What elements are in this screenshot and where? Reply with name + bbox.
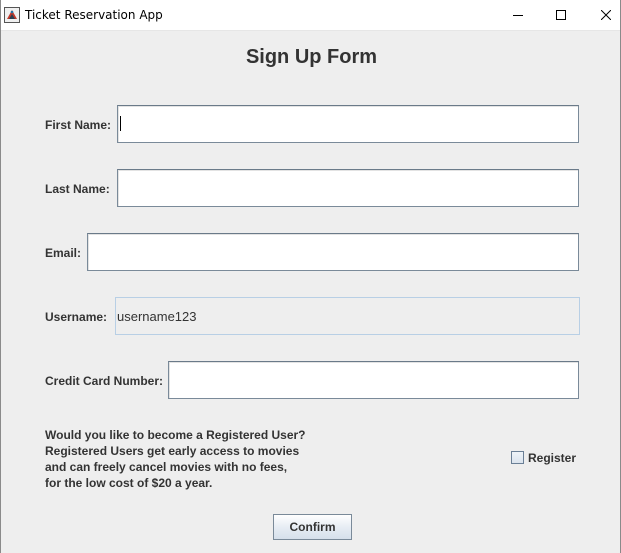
text-caret — [120, 116, 121, 131]
last-name-label: Last Name: — [45, 182, 110, 196]
close-button[interactable] — [583, 0, 621, 30]
register-checkbox-label[interactable]: Register — [528, 451, 576, 465]
window-title: Ticket Reservation App — [25, 8, 163, 22]
confirm-button[interactable]: Confirm — [273, 514, 352, 540]
first-name-field[interactable] — [117, 105, 579, 143]
maximize-button[interactable] — [538, 0, 584, 30]
username-field — [115, 297, 580, 335]
info-line: and can freely cancel movies with no fee… — [45, 460, 288, 474]
form-title: Sign Up Form — [245, 46, 378, 68]
email-field[interactable] — [87, 233, 579, 271]
maximize-icon — [556, 10, 566, 20]
minimize-icon — [513, 10, 523, 20]
close-icon — [601, 10, 611, 20]
email-label: Email: — [45, 246, 82, 260]
last-name-field[interactable] — [117, 169, 579, 207]
registration-info: Would you like to become a Registered Us… — [45, 427, 306, 491]
info-line: for the low cost of $20 a year. — [45, 476, 213, 490]
credit-card-field[interactable] — [168, 361, 579, 399]
app-window: Ticket Reservation App Sign Up Form Firs… — [0, 0, 621, 553]
register-checkbox[interactable] — [511, 451, 524, 464]
minimize-button[interactable] — [495, 0, 541, 30]
info-line: Registered Users get early access to mov… — [45, 444, 300, 458]
info-line: Would you like to become a Registered Us… — [45, 428, 306, 442]
credit-card-label: Credit Card Number: — [45, 374, 164, 388]
title-bar[interactable]: Ticket Reservation App — [1, 0, 620, 31]
first-name-label: First Name: — [45, 118, 112, 132]
username-label: Username: — [45, 310, 108, 324]
app-icon — [4, 7, 20, 23]
